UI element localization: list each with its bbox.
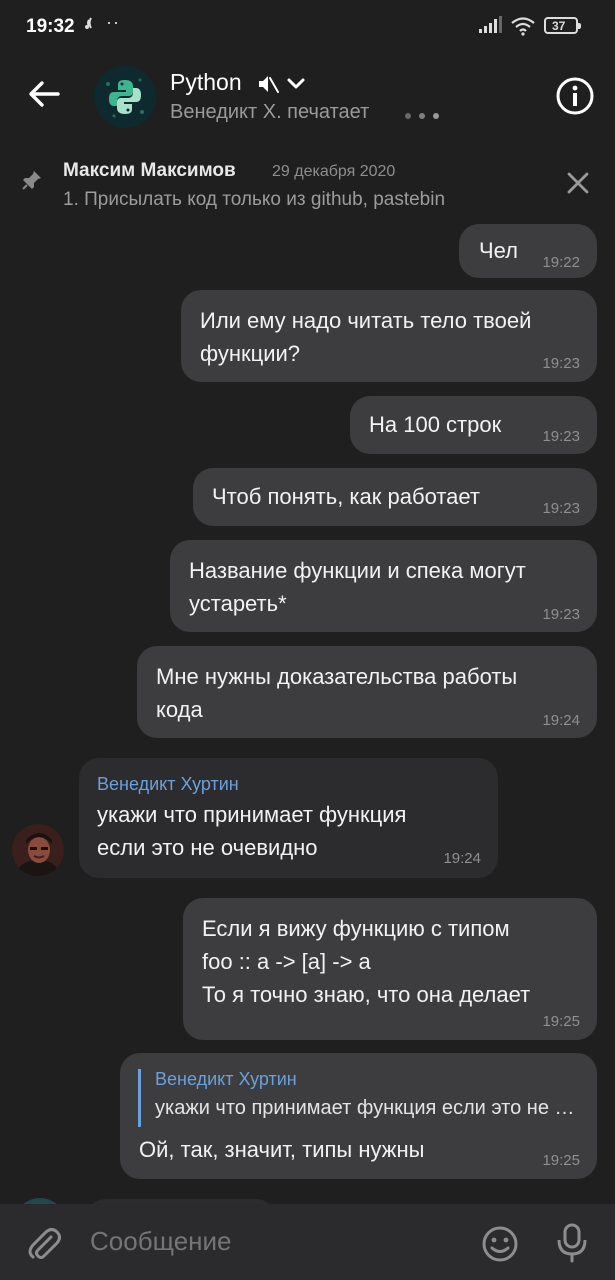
- pinned-author: Максим Максимов: [63, 160, 236, 181]
- message-bubble[interactable]: Чел 19:22: [459, 224, 597, 278]
- arrow-left-icon[interactable]: [24, 74, 64, 114]
- speaker-muted-icon: [256, 72, 280, 101]
- message-text: укажи что принимает функция: [97, 802, 407, 827]
- message-text: функции?: [200, 341, 301, 366]
- message-input[interactable]: [90, 1226, 450, 1257]
- message-text: если это не очевидно: [97, 835, 318, 860]
- message-text: То я точно знаю, что она делает: [202, 982, 531, 1007]
- typing-dots-icon: [404, 108, 444, 126]
- microphone-icon[interactable]: [555, 1222, 589, 1269]
- message-time: 19:23: [542, 500, 580, 517]
- more-notifications-icon: ··: [106, 12, 120, 32]
- message-text: Ой, так, значит, типы нужны: [139, 1137, 425, 1162]
- message-text: На 100 строк: [369, 412, 502, 437]
- reply-quote[interactable]: Венедикт Хуртин укажи что принимает функ…: [138, 1069, 575, 1127]
- battery-icon: 37: [544, 17, 581, 34]
- message-time: 19:23: [542, 606, 580, 623]
- message-bubble[interactable]: Название функции и спека могут устареть*…: [170, 540, 597, 632]
- signal-icon: [478, 16, 502, 39]
- message-composer: [0, 1204, 615, 1280]
- chat-header: Python Венедикт Х. печатает: [0, 56, 615, 140]
- message-author[interactable]: Венедикт Хуртин: [97, 774, 239, 795]
- battery-level: 37: [552, 19, 566, 33]
- status-time: 19:32: [26, 16, 75, 37]
- message-text: Название функции и спека могут: [189, 558, 526, 583]
- message-time: 19:24: [443, 850, 481, 867]
- nfc-icon: [82, 14, 100, 37]
- pinned-date: 29 декабря 2020: [272, 163, 396, 180]
- message-bubble[interactable]: Чтоб понять, как работает 19:23: [193, 468, 597, 526]
- message-time: 19:23: [542, 355, 580, 372]
- message-text: кода: [156, 697, 203, 722]
- user-avatar[interactable]: [12, 824, 64, 876]
- chat-title[interactable]: Python: [170, 69, 242, 96]
- message-text: устареть*: [189, 591, 287, 616]
- message-time: 19:22: [542, 254, 580, 271]
- message-text: Чел: [479, 238, 519, 263]
- chevron-down-icon[interactable]: [286, 76, 306, 97]
- message-text: foo :: a -> [a] -> a: [202, 949, 371, 974]
- reply-author: Венедикт Хуртин: [155, 1069, 297, 1089]
- message-text: Если я вижу функцию с типом: [202, 916, 510, 941]
- message-time: 19:24: [542, 712, 580, 729]
- message-bubble[interactable]: На 100 строк 19:23: [350, 396, 597, 454]
- smiley-icon[interactable]: [480, 1224, 520, 1269]
- wifi-icon: [510, 16, 536, 41]
- message-text: Или ему надо читать тело твоей: [200, 308, 532, 333]
- message-bubble-incoming[interactable]: Венедикт Хуртин укажи что принимает функ…: [79, 758, 498, 878]
- paperclip-icon[interactable]: [24, 1224, 64, 1269]
- message-text: Мне нужны доказательства работы: [156, 664, 518, 689]
- pin-icon: [20, 168, 44, 197]
- pinned-message[interactable]: Максим Максимов 29 декабря 2020 1. Присы…: [0, 148, 615, 220]
- message-time: 19:25: [542, 1152, 580, 1169]
- info-icon[interactable]: [555, 76, 595, 116]
- message-bubble[interactable]: Или ему надо читать тело твоей функции? …: [181, 290, 597, 382]
- reply-text: укажи что принимает функция если это не …: [155, 1097, 575, 1119]
- message-bubble[interactable]: Если я вижу функцию с типом foo :: a -> …: [183, 898, 597, 1040]
- typing-status: Венедикт Х. печатает: [170, 101, 370, 123]
- message-list[interactable]: Чел 19:22 Или ему надо читать тело твоей…: [0, 220, 615, 1204]
- close-icon[interactable]: [565, 170, 591, 201]
- message-bubble[interactable]: Венедикт Хуртин укажи что принимает функ…: [120, 1053, 597, 1179]
- message-time: 19:25: [542, 1013, 580, 1030]
- message-text: Чтоб понять, как работает: [212, 484, 480, 509]
- pinned-text: 1. Присылать код только из github, paste…: [63, 189, 446, 210]
- message-bubble[interactable]: Мне нужны доказательства работы кода 19:…: [137, 646, 597, 738]
- message-time: 19:23: [542, 428, 580, 445]
- group-avatar[interactable]: [94, 66, 156, 128]
- status-bar: 19:32 ·· 37: [0, 0, 615, 56]
